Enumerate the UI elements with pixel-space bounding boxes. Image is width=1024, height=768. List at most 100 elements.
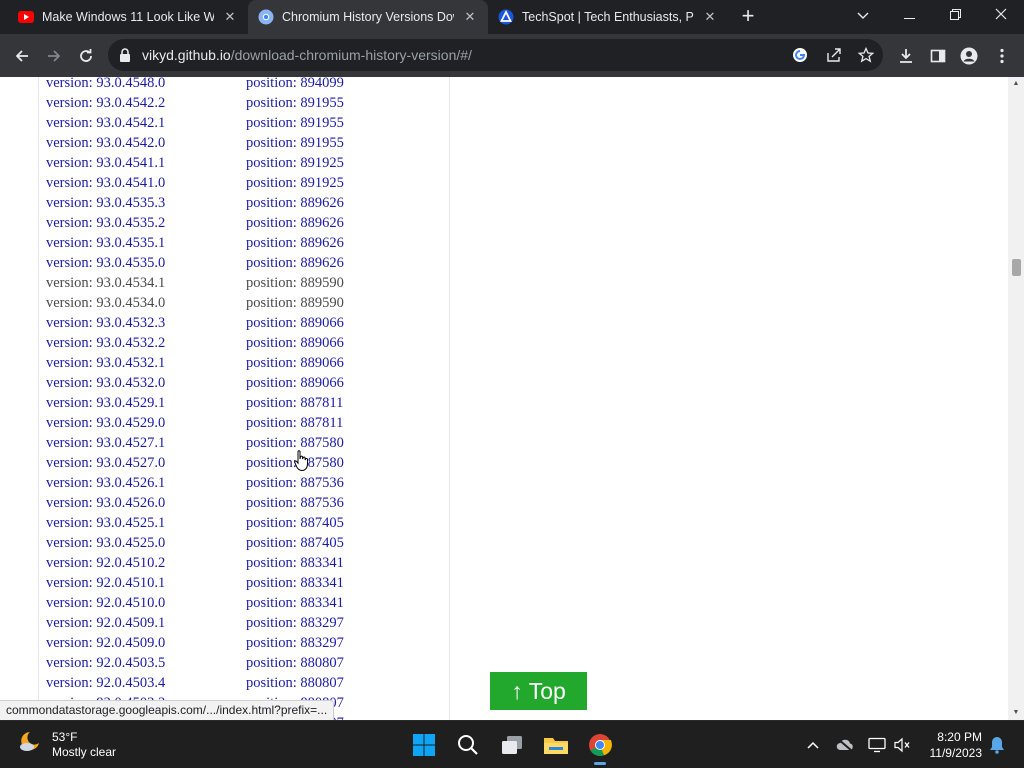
version-link[interactable]: version: 93.0.4525.0 bbox=[46, 535, 165, 552]
display-icon[interactable] bbox=[867, 735, 887, 755]
show-hidden-icons-chevron-icon[interactable] bbox=[803, 735, 823, 755]
close-tab-icon[interactable]: ✕ bbox=[462, 9, 478, 25]
onedrive-icon[interactable] bbox=[835, 735, 855, 755]
minimize-button[interactable] bbox=[886, 0, 932, 30]
version-link[interactable]: version: 93.0.4532.1 bbox=[46, 355, 165, 372]
version-link[interactable]: version: 93.0.4534.1 bbox=[46, 275, 165, 292]
position-link[interactable]: position: 887405 bbox=[246, 535, 344, 552]
position-link[interactable]: position: 887811 bbox=[246, 395, 343, 412]
position-link[interactable]: position: 883341 bbox=[246, 555, 344, 572]
version-link[interactable]: version: 92.0.4510.2 bbox=[46, 555, 165, 572]
close-window-button[interactable] bbox=[978, 0, 1024, 30]
search-icon[interactable] bbox=[452, 729, 484, 761]
position-link[interactable]: position: 891955 bbox=[246, 135, 344, 152]
version-link[interactable]: version: 93.0.4532.3 bbox=[46, 315, 165, 332]
position-link[interactable]: position: 891955 bbox=[246, 115, 344, 132]
version-link[interactable]: version: 92.0.4509.0 bbox=[46, 635, 165, 652]
profile-icon[interactable] bbox=[958, 45, 980, 67]
forward-button[interactable] bbox=[40, 42, 68, 70]
tab-search-button[interactable] bbox=[840, 0, 886, 30]
vertical-scrollbar[interactable]: ▲ ▼ bbox=[1008, 77, 1024, 720]
version-link[interactable]: version: 93.0.4548.0 bbox=[46, 77, 165, 92]
position-link[interactable]: position: 889626 bbox=[246, 255, 344, 272]
position-link[interactable]: position: 889590 bbox=[246, 275, 344, 292]
scroll-up-arrow-icon[interactable]: ▲ bbox=[1008, 77, 1024, 91]
version-link[interactable]: version: 93.0.4541.1 bbox=[46, 155, 165, 172]
position-link[interactable]: position: 889626 bbox=[246, 195, 344, 212]
new-tab-button[interactable]: + bbox=[736, 5, 760, 29]
version-link[interactable]: version: 92.0.4509.1 bbox=[46, 615, 165, 632]
reload-button[interactable] bbox=[72, 42, 100, 70]
task-view-icon[interactable] bbox=[496, 729, 528, 761]
position-link[interactable]: position: 883297 bbox=[246, 615, 344, 632]
version-link[interactable]: version: 92.0.4503.4 bbox=[46, 675, 165, 692]
position-link[interactable]: position: 887811 bbox=[246, 415, 343, 432]
position-link[interactable]: position: 887536 bbox=[246, 475, 344, 492]
side-panel-icon[interactable] bbox=[927, 45, 949, 67]
position-link[interactable]: position: 889066 bbox=[246, 355, 344, 372]
version-link[interactable]: version: 93.0.4532.0 bbox=[46, 375, 165, 392]
scrollbar-thumb[interactable] bbox=[1012, 259, 1021, 276]
position-link[interactable]: position: 887405 bbox=[246, 515, 344, 532]
version-link[interactable]: version: 93.0.4525.1 bbox=[46, 515, 165, 532]
position-link[interactable]: position: 889626 bbox=[246, 215, 344, 232]
version-link[interactable]: version: 93.0.4542.0 bbox=[46, 135, 165, 152]
position-link[interactable]: position: 883341 bbox=[246, 595, 344, 612]
menu-icon[interactable] bbox=[991, 45, 1013, 67]
version-link[interactable]: version: 93.0.4535.0 bbox=[46, 255, 165, 272]
position-link[interactable]: position: 889590 bbox=[246, 295, 344, 312]
position-link[interactable]: position: 883297 bbox=[246, 635, 344, 652]
tab-chromium-history[interactable]: Chromium History Versions Dow ✕ bbox=[248, 0, 488, 34]
version-link[interactable]: version: 93.0.4527.1 bbox=[46, 435, 165, 452]
version-link[interactable]: version: 93.0.4535.1 bbox=[46, 235, 165, 252]
version-link[interactable]: version: 93.0.4535.3 bbox=[46, 195, 165, 212]
restore-button[interactable] bbox=[932, 0, 978, 30]
version-link[interactable]: version: 93.0.4532.2 bbox=[46, 335, 165, 352]
download-icon[interactable] bbox=[895, 45, 917, 67]
notification-bell-icon[interactable] bbox=[987, 735, 1007, 755]
system-clock[interactable]: 8:20 PM 11/9/2023 bbox=[930, 729, 983, 761]
position-link[interactable]: position: 880807 bbox=[246, 655, 344, 672]
version-link[interactable]: version: 93.0.4542.2 bbox=[46, 95, 165, 112]
position-link[interactable]: position: 889066 bbox=[246, 335, 344, 352]
position-link[interactable]: position: 889066 bbox=[246, 315, 344, 332]
version-link[interactable]: version: 92.0.4510.1 bbox=[46, 575, 165, 592]
lock-icon[interactable] bbox=[118, 47, 132, 68]
version-link[interactable]: version: 93.0.4529.1 bbox=[46, 395, 165, 412]
file-explorer-icon[interactable] bbox=[540, 729, 572, 761]
position-link[interactable]: position: 891925 bbox=[246, 155, 344, 172]
position-link[interactable]: position: 889626 bbox=[246, 235, 344, 252]
back-to-top-button[interactable]: ↑ Top bbox=[490, 672, 587, 710]
volume-muted-icon[interactable] bbox=[892, 735, 912, 755]
position-link[interactable]: position: 880807 bbox=[246, 675, 344, 692]
position-link[interactable]: position: 891955 bbox=[246, 95, 344, 112]
version-link[interactable]: version: 93.0.4541.0 bbox=[46, 175, 165, 192]
start-button[interactable] bbox=[408, 729, 440, 761]
version-link[interactable]: version: 93.0.4542.1 bbox=[46, 115, 165, 132]
tab-youtube[interactable]: Make Windows 11 Look Like Wi ✕ bbox=[8, 0, 248, 34]
close-tab-icon[interactable]: ✕ bbox=[702, 9, 718, 25]
close-tab-icon[interactable]: ✕ bbox=[222, 9, 238, 25]
weather-widget[interactable]: 53°F Mostly clear bbox=[16, 729, 116, 760]
version-link[interactable]: version: 93.0.4535.2 bbox=[46, 215, 165, 232]
position-link[interactable]: position: 883341 bbox=[246, 575, 344, 592]
tab-techspot[interactable]: TechSpot | Tech Enthusiasts, Pow ✕ bbox=[488, 0, 728, 34]
version-link[interactable]: version: 93.0.4534.0 bbox=[46, 295, 165, 312]
position-link[interactable]: position: 889066 bbox=[246, 375, 344, 392]
scroll-down-arrow-icon[interactable]: ▼ bbox=[1008, 706, 1024, 720]
version-link[interactable]: version: 92.0.4503.5 bbox=[46, 655, 165, 672]
position-link[interactable]: position: 894099 bbox=[246, 77, 344, 92]
address-bar[interactable]: vikyd.github.io/download-chromium-histor… bbox=[108, 39, 883, 71]
chrome-taskbar-icon[interactable] bbox=[584, 729, 616, 765]
bookmark-star-icon[interactable] bbox=[856, 45, 876, 65]
position-link[interactable]: position: 891925 bbox=[246, 175, 344, 192]
version-link[interactable]: version: 92.0.4510.0 bbox=[46, 595, 165, 612]
position-link[interactable]: position: 887536 bbox=[246, 495, 344, 512]
share-icon[interactable] bbox=[824, 45, 844, 65]
version-link[interactable]: version: 93.0.4529.0 bbox=[46, 415, 165, 432]
google-lens-icon[interactable] bbox=[790, 45, 810, 65]
version-link[interactable]: version: 93.0.4527.0 bbox=[46, 455, 165, 472]
version-link[interactable]: version: 93.0.4526.0 bbox=[46, 495, 165, 512]
back-button[interactable] bbox=[8, 42, 36, 70]
version-link[interactable]: version: 93.0.4526.1 bbox=[46, 475, 165, 492]
